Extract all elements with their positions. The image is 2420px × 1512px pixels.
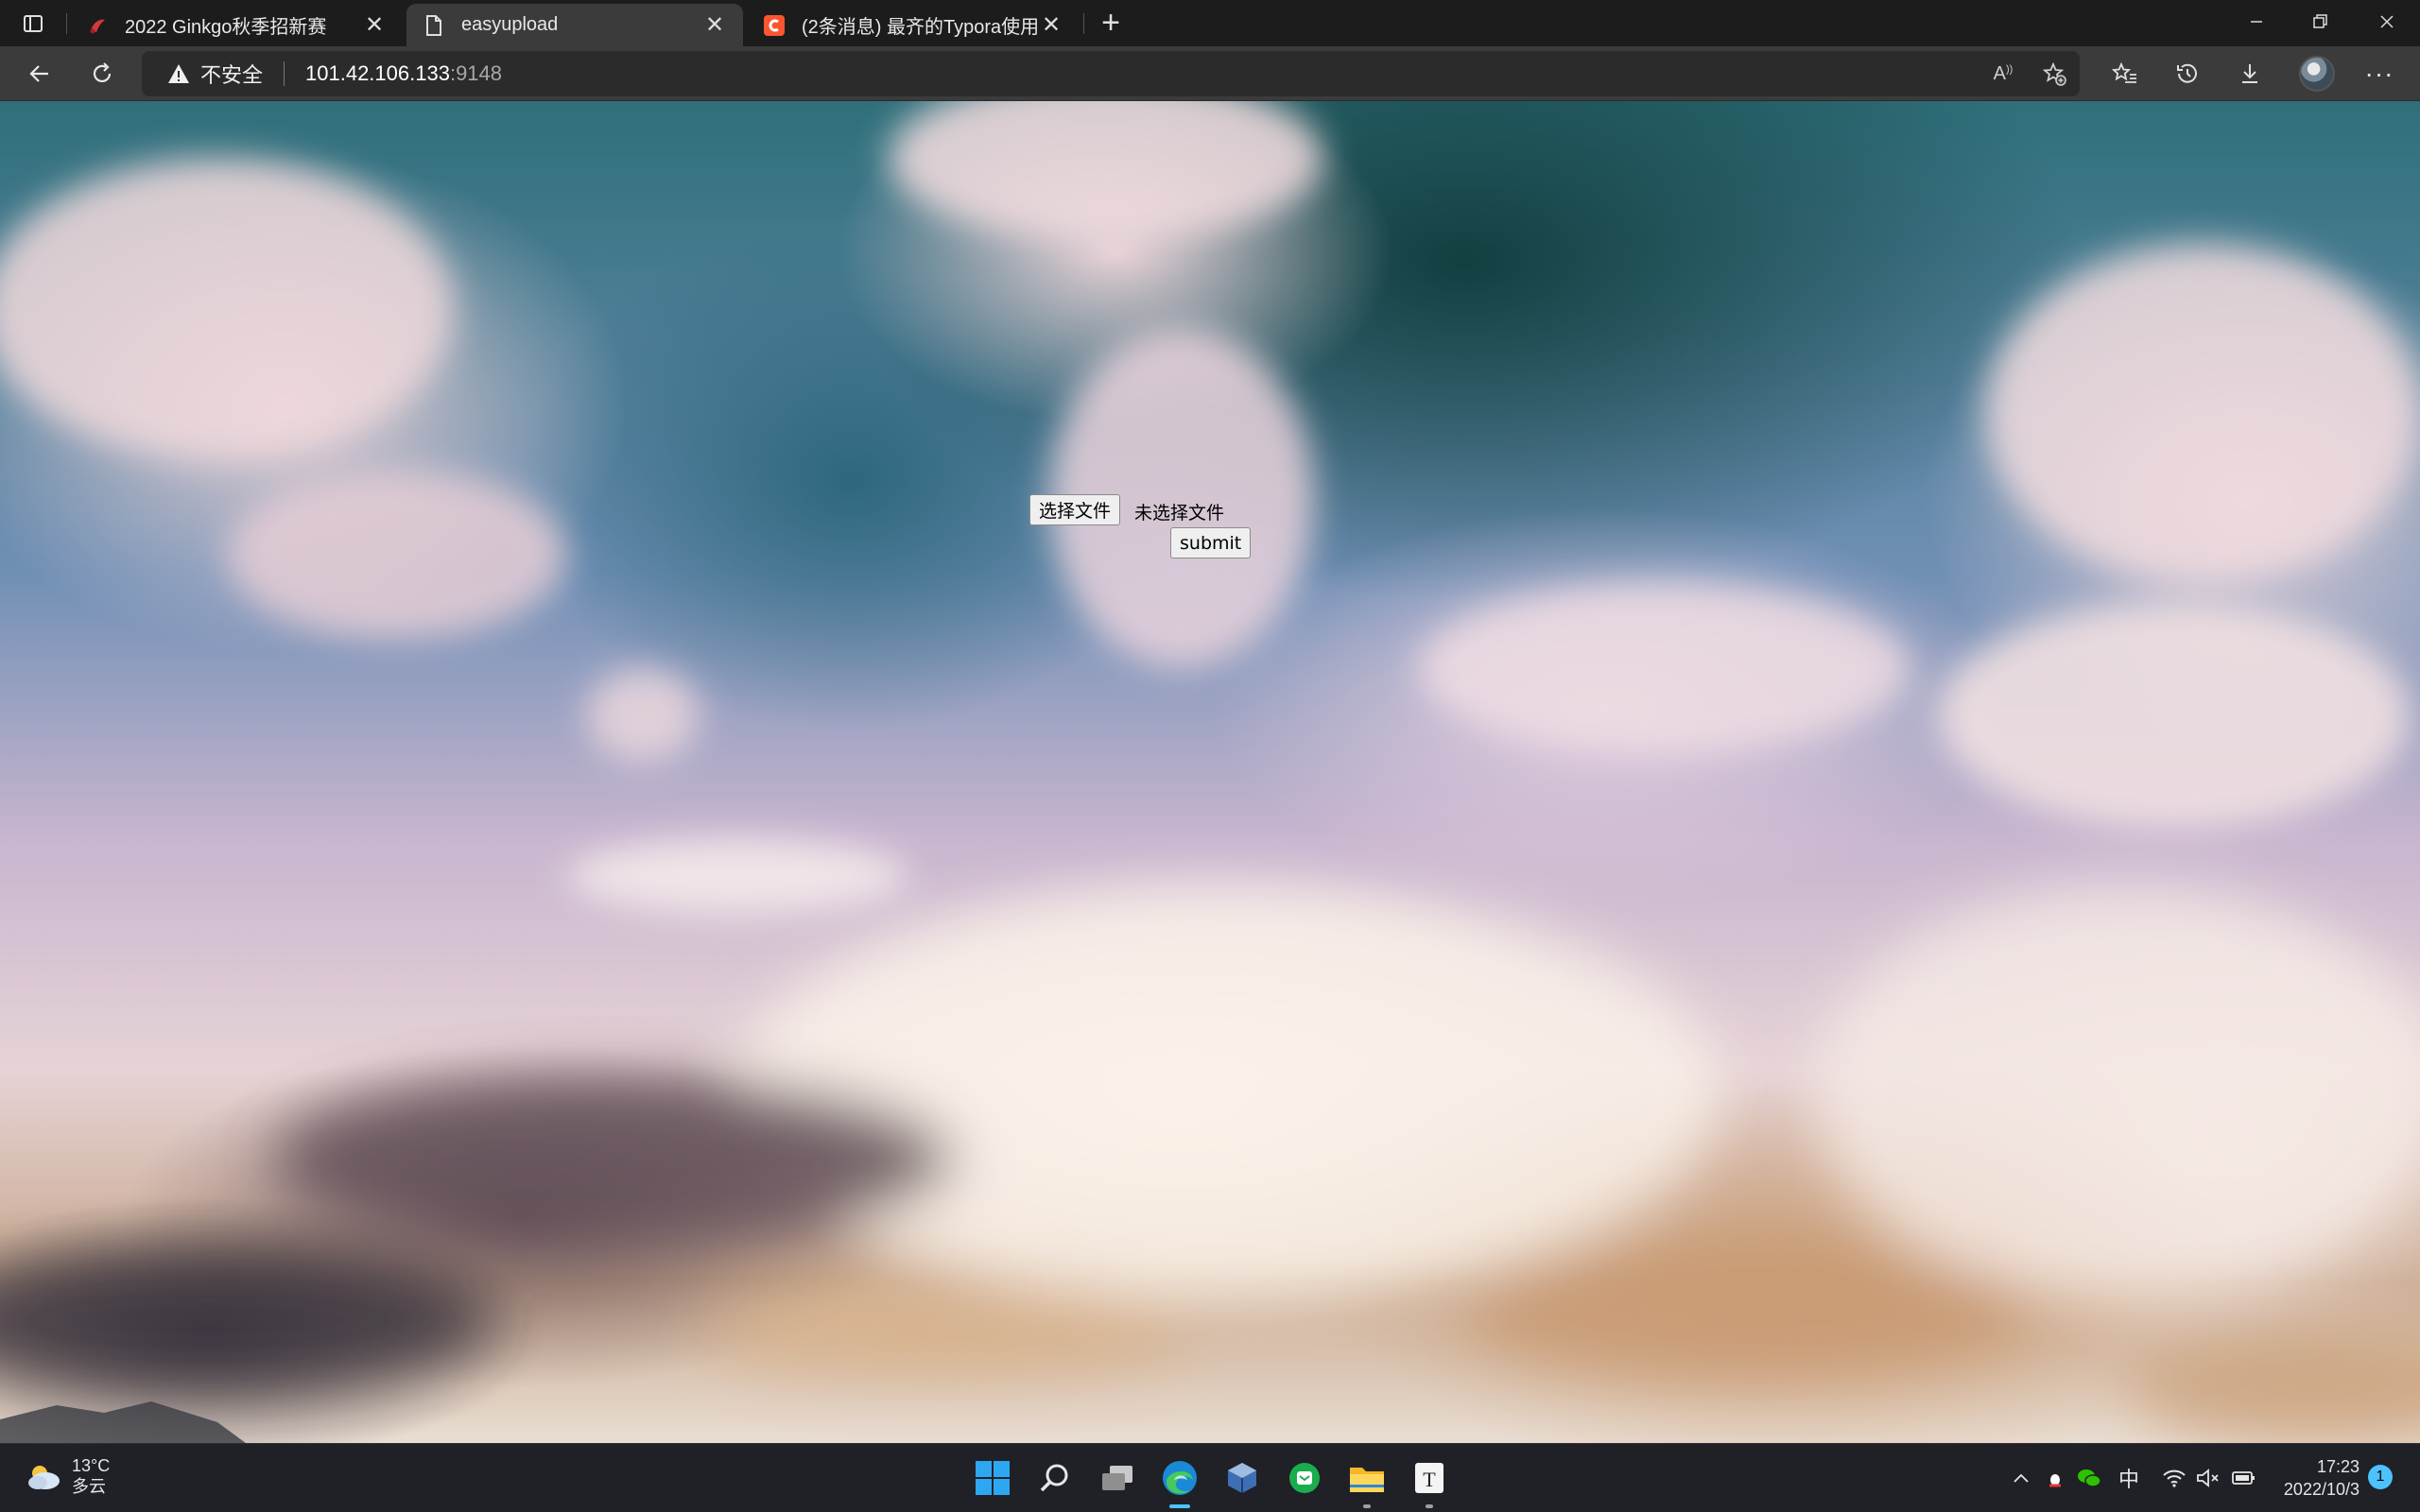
folder-icon bbox=[1350, 1468, 1384, 1492]
wifi-icon bbox=[2163, 1469, 2186, 1487]
network-button[interactable] bbox=[2161, 1465, 2187, 1491]
messenger-taskbar-button[interactable] bbox=[1284, 1457, 1325, 1499]
downloads-button[interactable] bbox=[2231, 55, 2269, 93]
weather-condition: 多云 bbox=[72, 1477, 106, 1496]
favorites-icon bbox=[2112, 61, 2136, 83]
close-icon bbox=[2380, 15, 2394, 28]
ellipsis-icon: ··· bbox=[2364, 59, 2394, 88]
weather-widget[interactable]: 13°C 多云 bbox=[25, 1455, 110, 1497]
notification-badge[interactable]: 1 bbox=[2368, 1465, 2393, 1489]
tab-separator bbox=[1083, 13, 1084, 34]
read-aloud-icon: A)) bbox=[1993, 62, 2014, 84]
submit-button[interactable]: submit bbox=[1170, 527, 1252, 558]
edge-browser-icon bbox=[1163, 1461, 1197, 1495]
restore-icon bbox=[2313, 14, 2327, 28]
typora-icon: T bbox=[1415, 1463, 1443, 1493]
history-button[interactable] bbox=[2169, 55, 2206, 93]
task-view-button[interactable] bbox=[1097, 1457, 1138, 1499]
history-icon bbox=[2177, 63, 2197, 83]
file-explorer-taskbar-button[interactable] bbox=[1346, 1457, 1388, 1499]
csdn-logo-icon bbox=[762, 13, 786, 38]
chevron-up-icon bbox=[2014, 1473, 2029, 1483]
warning-icon[interactable] bbox=[166, 61, 191, 86]
show-hidden-icons-button[interactable] bbox=[2008, 1465, 2034, 1491]
weather-temperature: 13°C bbox=[72, 1456, 111, 1475]
tab-title: 2022 Ginkgo秋季招新赛 bbox=[125, 17, 327, 38]
virtualbox-icon bbox=[1228, 1463, 1256, 1493]
minimize-icon bbox=[2251, 21, 2262, 23]
virtualbox-taskbar-button[interactable] bbox=[1221, 1457, 1263, 1499]
new-tab-button[interactable]: + bbox=[1092, 4, 1130, 42]
tab-separator bbox=[66, 13, 67, 34]
url-host: 101.42.106.133 bbox=[305, 61, 450, 85]
battery-button[interactable] bbox=[2231, 1465, 2257, 1491]
weather-text: 13°C 多云 bbox=[72, 1455, 110, 1497]
tab-actions-button[interactable] bbox=[0, 0, 66, 46]
tab-strip: 2022 Ginkgo秋季招新赛 ✕ easyupload ✕ (2条消息) 最… bbox=[0, 0, 2420, 46]
read-aloud-button[interactable]: A)) bbox=[1989, 60, 2017, 88]
system-clock[interactable]: 17:23 2022/10/3 bbox=[2273, 1455, 2360, 1501]
close-tab-icon[interactable]: ✕ bbox=[361, 12, 388, 39]
restore-button[interactable] bbox=[2288, 0, 2354, 43]
input-method-indicator[interactable]: 中 bbox=[2116, 1465, 2142, 1491]
cloudy-icon bbox=[28, 1466, 60, 1489]
battery-icon bbox=[2232, 1471, 2255, 1485]
ginkgo-logo-icon bbox=[85, 13, 110, 38]
wechat-tray-icon[interactable] bbox=[2076, 1465, 2102, 1491]
profile-avatar[interactable] bbox=[2299, 56, 2335, 92]
more-menu-button[interactable]: ··· bbox=[2360, 55, 2398, 93]
typora-taskbar-button[interactable]: T bbox=[1409, 1457, 1450, 1499]
close-tab-icon[interactable]: ✕ bbox=[701, 12, 728, 39]
tab-title: easyupload bbox=[461, 14, 559, 35]
taskbar: 13°C 多云 T 中 17:23 2022/10/3 1 bbox=[0, 1443, 2420, 1512]
address-bar[interactable]: 不安全 101.42.106.133:9148 bbox=[142, 51, 2080, 96]
security-status-label[interactable]: 不安全 bbox=[200, 59, 263, 89]
sky-clouds-image bbox=[0, 101, 2420, 1443]
add-favorite-button[interactable] bbox=[2040, 60, 2068, 88]
task-view-icon bbox=[1102, 1466, 1132, 1490]
tab-actions-icon bbox=[24, 14, 43, 32]
search-button[interactable] bbox=[1034, 1457, 1076, 1499]
clock-date: 2022/10/3 bbox=[2283, 1480, 2360, 1499]
upload-form: 选择文件 未选择文件 submit bbox=[1029, 494, 1256, 570]
start-button[interactable] bbox=[972, 1457, 1013, 1499]
close-window-button[interactable] bbox=[2354, 0, 2420, 43]
wechat-icon bbox=[2078, 1469, 2101, 1487]
document-icon bbox=[422, 13, 446, 38]
windows-logo-icon bbox=[976, 1461, 1010, 1495]
minimize-button[interactable] bbox=[2223, 0, 2290, 43]
tab-easyupload[interactable]: easyupload ✕ bbox=[406, 4, 743, 46]
address-divider bbox=[284, 61, 285, 86]
volume-button[interactable] bbox=[2195, 1465, 2221, 1491]
back-button[interactable] bbox=[21, 55, 59, 93]
close-tab-icon[interactable]: ✕ bbox=[1038, 12, 1064, 39]
browser-toolbar: 不安全 101.42.106.133:9148 A)) ··· bbox=[0, 46, 2420, 101]
reload-icon bbox=[93, 62, 112, 82]
reload-button[interactable] bbox=[83, 55, 121, 93]
svg-text:T: T bbox=[1423, 1468, 1436, 1491]
active-app-indicator bbox=[1169, 1504, 1190, 1508]
url-port: :9148 bbox=[449, 61, 503, 85]
tab-title: (2条消息) 最齐的Typora使用教程 bbox=[802, 17, 1038, 38]
back-arrow-icon bbox=[29, 65, 48, 82]
speaker-muted-icon bbox=[2197, 1469, 2219, 1487]
choose-file-button[interactable]: 选择文件 bbox=[1029, 494, 1121, 525]
tab-csdn-typora[interactable]: (2条消息) 最齐的Typora使用教程 ✕ bbox=[747, 4, 1080, 46]
penguin-icon bbox=[2048, 1469, 2062, 1487]
page-background: 选择文件 未选择文件 submit bbox=[0, 101, 2420, 1443]
plus-icon: + bbox=[1101, 4, 1120, 41]
star-add-icon bbox=[2042, 61, 2066, 86]
favorites-button[interactable] bbox=[2106, 55, 2144, 93]
file-status-text: 未选择文件 bbox=[1134, 503, 1225, 524]
download-icon bbox=[2242, 64, 2257, 83]
edge-taskbar-button[interactable] bbox=[1159, 1457, 1201, 1499]
chat-app-icon bbox=[1289, 1463, 1320, 1493]
search-icon bbox=[1040, 1464, 1068, 1492]
running-app-indicator bbox=[1426, 1504, 1433, 1508]
qq-tray-icon[interactable] bbox=[2042, 1465, 2068, 1491]
running-app-indicator bbox=[1363, 1504, 1371, 1508]
clock-time: 17:23 bbox=[2316, 1457, 2360, 1476]
tab-ginkgo[interactable]: 2022 Ginkgo秋季招新赛 ✕ bbox=[70, 4, 403, 46]
